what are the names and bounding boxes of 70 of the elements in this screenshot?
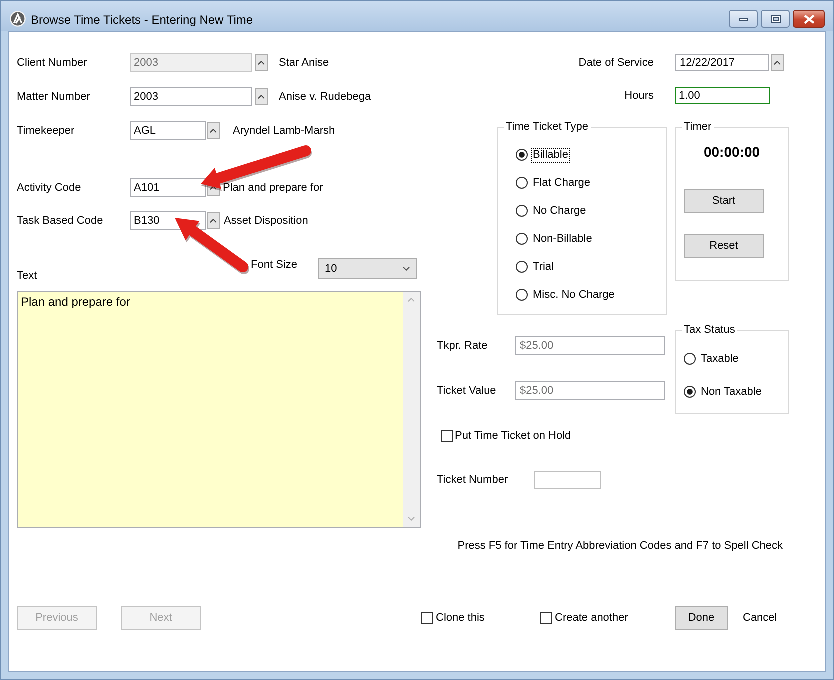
minimize-icon (739, 18, 748, 20)
field-label: Tkpr. Rate (437, 340, 489, 352)
field-description: Anise v. Rudebega (279, 90, 372, 102)
lookup-button[interactable] (207, 122, 220, 139)
reset-button[interactable]: Reset (684, 234, 764, 258)
radio-option[interactable]: Non Taxable (684, 385, 764, 399)
field-description: Star Anise (279, 56, 330, 68)
activity-code-field[interactable]: A101 (130, 178, 206, 197)
close-button[interactable] (793, 10, 825, 28)
app-logo-icon (10, 11, 26, 27)
text-area[interactable]: Plan and prepare for (17, 291, 421, 528)
radio-option[interactable]: Flat Charge (516, 176, 592, 190)
chevron-up-icon (408, 298, 415, 302)
start-button[interactable]: Start (684, 189, 764, 213)
checkbox[interactable]: Put Time Ticket on Hold (441, 430, 572, 442)
chevron-up-icon (774, 60, 781, 64)
minimize-button[interactable] (729, 10, 758, 28)
window-title: Browse Time Tickets - Entering New Time (31, 12, 254, 28)
chevron-up-icon (210, 186, 217, 190)
chevron-down-icon (403, 266, 410, 270)
chevron-up-icon (258, 94, 265, 98)
chevron-down-icon (408, 517, 415, 521)
group-title: Time Ticket Type (505, 121, 590, 134)
radio-option[interactable]: No Charge (516, 204, 588, 218)
close-icon (804, 14, 814, 24)
field-label: Hours (624, 90, 654, 102)
field-label: Client Number (17, 56, 88, 68)
matter-number-field[interactable]: 2003 (130, 87, 252, 106)
annotation-arrow-icon (174, 217, 251, 276)
date-picker-button[interactable] (771, 54, 784, 71)
field-description: Aryndel Lamb-Marsh (233, 124, 336, 136)
field-description: Asset Disposition (224, 214, 308, 226)
hint-text: Press F5 for Time Entry Abbreviation Codes and F7 to Spell Check (456, 539, 784, 553)
date-field[interactable]: 12/22/2017 (675, 54, 769, 71)
timer-display: 00:00:00 (702, 144, 762, 160)
hours-field[interactable]: 1.00 (675, 87, 770, 104)
field-label: Date of Service (578, 56, 654, 68)
field-label: Timekeeper (17, 124, 76, 136)
chevron-up-icon (258, 60, 265, 64)
field-label: Font Size (251, 258, 298, 272)
chevron-up-icon (210, 128, 217, 132)
done-button[interactable]: Done (675, 606, 728, 630)
maximize-button[interactable] (761, 10, 790, 28)
radio-option[interactable]: Taxable (684, 352, 741, 366)
field-label: Matter Number (17, 90, 92, 102)
field-label: Text (17, 269, 38, 283)
group-title: Timer (683, 121, 713, 134)
group-title: Tax Status (683, 324, 736, 337)
ticket-number-field[interactable] (534, 471, 601, 489)
timekeeper-field[interactable]: AGL (130, 121, 206, 140)
radio-option[interactable]: Non-Billable (516, 232, 594, 246)
field-label: Ticket Value (437, 384, 498, 396)
cancel-button[interactable]: Cancel (743, 612, 778, 624)
field-label: Activity Code (17, 182, 82, 194)
ticket-value-field[interactable]: $25.00 (515, 381, 665, 400)
field-description: Plan and prepare for (223, 182, 324, 194)
checkbox[interactable]: Clone this (421, 612, 540, 624)
field-label: Task Based Code (17, 214, 104, 226)
field-label: Ticket Number (437, 474, 510, 486)
lookup-button[interactable] (255, 54, 268, 71)
lookup-button[interactable] (207, 212, 220, 229)
chevron-up-icon (210, 218, 217, 222)
scrollbar[interactable] (403, 292, 420, 527)
maximize-icon (770, 15, 780, 23)
font-size-dropdown[interactable]: 10 (318, 258, 417, 279)
checkbox[interactable]: Create another (540, 612, 675, 624)
rate-field[interactable]: $25.00 (515, 336, 665, 355)
radio-option[interactable]: Trial (516, 260, 556, 274)
lookup-button[interactable] (255, 88, 268, 105)
radio-option[interactable]: Misc. No Charge (516, 288, 617, 302)
